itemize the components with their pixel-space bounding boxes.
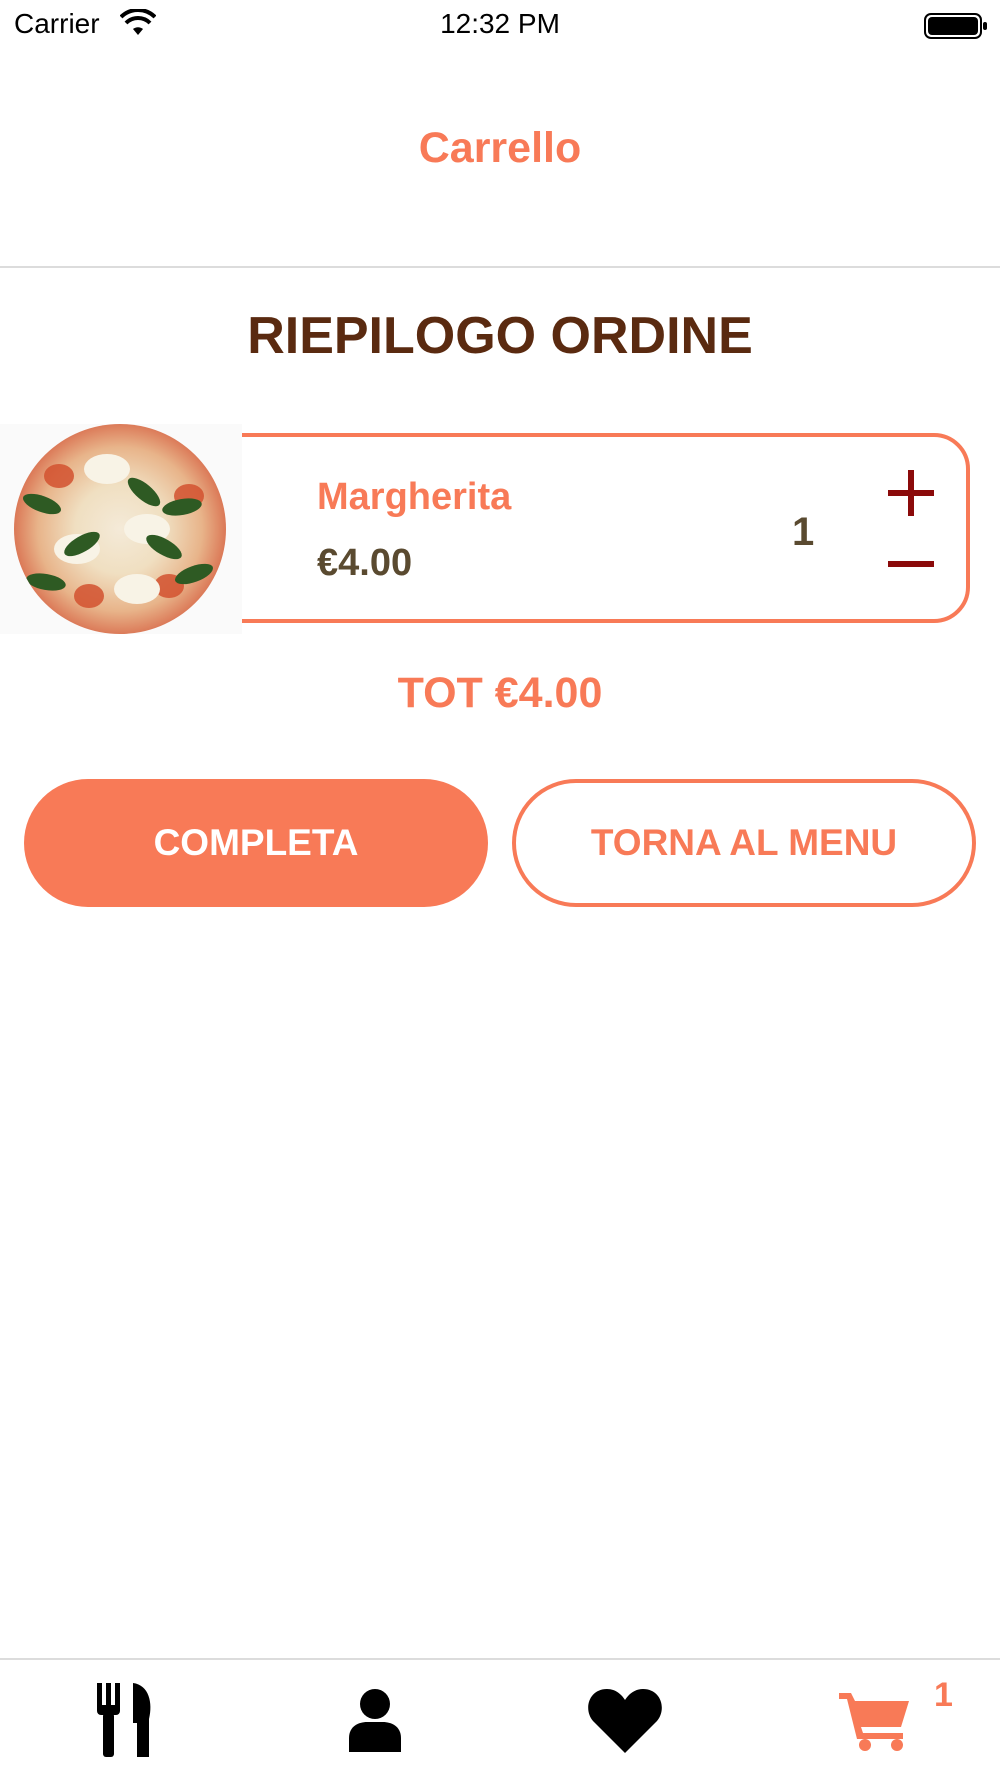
user-icon: [349, 1689, 401, 1752]
order-summary-title: RIEPILOGO ORDINE: [247, 307, 753, 365]
tab-favorites[interactable]: [500, 1670, 750, 1770]
decrease-quantity-button[interactable]: [884, 540, 938, 590]
fork-knife-icon: [97, 1683, 151, 1757]
status-time: 12:32 PM: [440, 8, 560, 39]
tab-bar-divider: [0, 1658, 1000, 1660]
complete-order-label: COMPLETA: [153, 822, 359, 863]
cart-icon: [839, 1693, 909, 1751]
page-title: Carrello: [418, 124, 582, 172]
complete-order-button[interactable]: COMPLETA: [24, 779, 488, 907]
cart-item-name: Margherita: [317, 476, 512, 518]
minus-icon: [888, 561, 934, 567]
tab-profile[interactable]: [250, 1670, 500, 1770]
back-to-menu-label: TORNA AL MENU: [590, 822, 898, 863]
plus-icon: [888, 470, 934, 516]
increase-quantity-button[interactable]: [884, 466, 938, 520]
order-total: TOT €4.00: [397, 669, 603, 717]
heart-icon: [588, 1689, 662, 1753]
status-bar: Carrier 12:32 PM: [0, 0, 1000, 50]
battery-icon: [924, 13, 987, 39]
nav-divider: [0, 266, 1000, 268]
cart-item-card: [160, 433, 970, 623]
back-to-menu-button[interactable]: TORNA AL MENU: [512, 779, 976, 907]
tab-menu[interactable]: [0, 1670, 250, 1770]
pizza-margherita-image: [14, 424, 226, 634]
cart-badge: 1: [934, 1676, 953, 1714]
tab-cart[interactable]: [750, 1670, 1000, 1770]
cart-item-price: €4.00: [317, 542, 413, 584]
cart-item-quantity: 1: [792, 510, 815, 554]
